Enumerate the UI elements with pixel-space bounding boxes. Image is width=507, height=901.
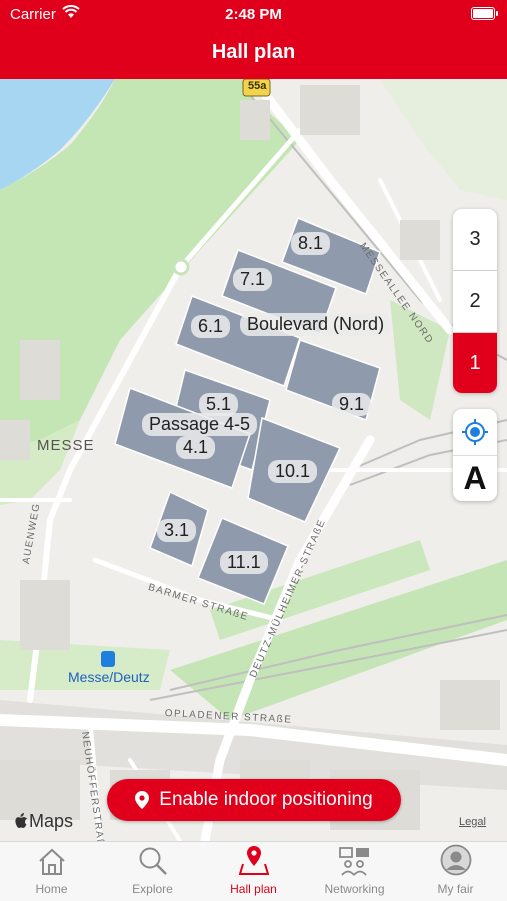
page-title: Hall plan xyxy=(211,41,296,63)
hall-label-6-1[interactable]: 6.1 xyxy=(191,315,231,338)
search-icon xyxy=(139,847,167,875)
hall-label-boulevard-nord[interactable]: Boulevard (Nord) xyxy=(240,313,392,336)
station-label[interactable]: Messe/Deutz xyxy=(68,669,150,685)
compass-button[interactable]: A xyxy=(453,455,497,501)
apple-logo-icon xyxy=(15,813,27,828)
road-shield-label: 55a xyxy=(248,80,267,92)
tab-hall-plan[interactable]: Hall plan xyxy=(203,842,304,901)
tab-networking[interactable]: Networking xyxy=(304,842,405,901)
tab-networking-label: Networking xyxy=(324,882,385,896)
area-label-messe: MESSE xyxy=(37,437,95,454)
hall-label-10-1[interactable]: 10.1 xyxy=(268,460,318,483)
status-bar: Carrier 2:48 PM xyxy=(0,0,507,28)
map-controls: A xyxy=(453,409,497,501)
clock: 2:48 PM xyxy=(225,6,282,23)
hall-label-4-1[interactable]: 4.1 xyxy=(176,436,216,459)
tab-bar: Home Explore Hall plan Networking My fai… xyxy=(0,841,507,901)
hall-label-passage-4-5[interactable]: Passage 4-5 xyxy=(142,413,258,436)
floor-button-2[interactable]: 2 xyxy=(453,271,497,333)
home-icon xyxy=(38,848,65,875)
networking-icon xyxy=(338,847,369,876)
maps-attribution-label: Maps xyxy=(29,811,74,831)
battery-icon xyxy=(471,7,498,20)
hall-label-3-1[interactable]: 3.1 xyxy=(157,519,197,542)
floor-button-1[interactable]: 1 xyxy=(453,333,497,393)
tab-explore[interactable]: Explore xyxy=(102,842,203,901)
tab-explore-label: Explore xyxy=(132,882,173,896)
location-target-icon xyxy=(462,419,488,445)
tab-hall-plan-label: Hall plan xyxy=(230,882,277,896)
map-pin-icon xyxy=(238,846,269,875)
hall-map[interactable]: 55a 8.1 7.1 6.1 Boulevard (Nord) 9.1 5.1… xyxy=(0,79,507,841)
hall-label-8-1[interactable]: 8.1 xyxy=(291,232,331,255)
legal-link[interactable]: Legal xyxy=(459,816,486,828)
station-marker xyxy=(101,651,115,667)
tab-my-fair-label: My fair xyxy=(437,882,474,896)
hall-label-9-1[interactable]: 9.1 xyxy=(332,393,372,416)
enable-indoor-positioning-button[interactable]: Enable indoor positioning xyxy=(107,779,401,821)
floor-selector: 3 2 1 xyxy=(453,209,497,393)
indoor-button-label: Enable indoor positioning xyxy=(159,789,373,810)
location-pin-icon xyxy=(135,791,150,809)
tab-home[interactable]: Home xyxy=(1,842,102,901)
apple-maps-attribution: Maps xyxy=(14,811,73,832)
tab-my-fair[interactable]: My fair xyxy=(405,842,506,901)
floor-button-3[interactable]: 3 xyxy=(453,209,497,271)
hall-label-7-1[interactable]: 7.1 xyxy=(233,268,273,291)
map-canvas[interactable] xyxy=(0,79,507,841)
tab-home-label: Home xyxy=(35,882,68,896)
person-icon xyxy=(440,844,471,876)
hall-label-11-1[interactable]: 11.1 xyxy=(220,551,268,574)
navigation-bar: Hall plan xyxy=(0,28,507,79)
locate-me-button[interactable] xyxy=(453,409,497,456)
